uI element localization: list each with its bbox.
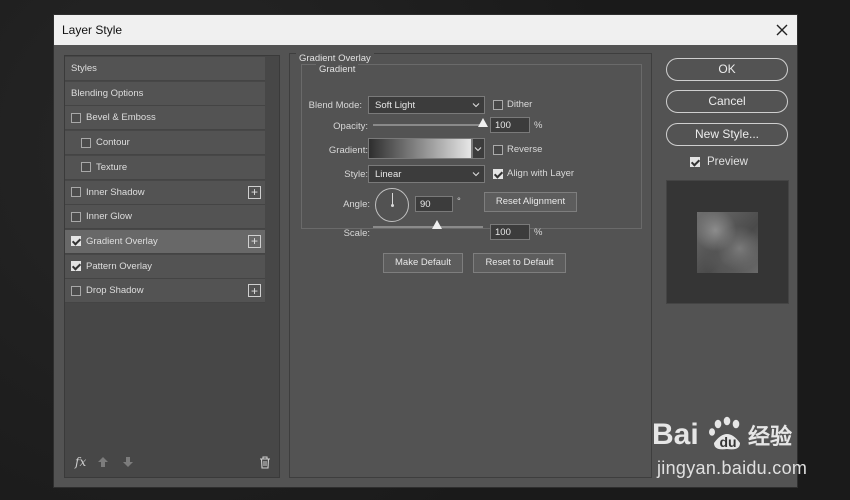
styles-list-panel: Styles Blending Options Bevel & Emboss Cont… [64,55,280,478]
svg-text:Bai: Bai [652,418,699,451]
preview-label: Preview [707,156,748,168]
style-item-checkbox[interactable] [71,236,81,247]
preview-checkbox[interactable] [690,157,700,167]
style-item-inner-shadow[interactable]: Inner Shadow + [65,180,265,205]
dither-checkbox[interactable] [493,100,503,110]
close-button[interactable] [767,15,797,45]
style-item-label: Gradient Overlay [86,235,158,247]
ok-button[interactable]: OK [666,58,788,81]
scale-label: Scale: [343,228,370,239]
style-item-checkbox[interactable] [71,261,81,272]
style-item-styles[interactable]: Styles [65,57,265,81]
angle-label: Angle: [343,199,370,210]
section-title: Gradient Overlay [296,53,374,64]
style-item-label: Inner Shadow [86,186,145,198]
chevron-down-icon [472,103,480,108]
style-item-checkbox[interactable] [71,112,81,123]
add-effect-icon[interactable]: + [248,284,261,298]
fx-icon[interactable]: fx [75,455,86,469]
style-item-label: Inner Glow [86,211,132,223]
preview-swatch [697,212,758,273]
trash-icon[interactable] [259,456,271,469]
reset-alignment-button[interactable]: Reset Alignment [484,192,577,212]
style-item-contour[interactable]: Contour [65,131,265,156]
style-item-label: Bevel & Emboss [86,112,156,124]
style-item-checkbox[interactable] [81,162,91,173]
baidu-jingyan-logo: Bai du 经验 [652,416,792,451]
scale-slider-thumb[interactable] [431,220,442,229]
svg-text:du: du [719,434,736,450]
angle-unit: ° [457,196,461,207]
styles-list-footer: fx [65,449,279,477]
svg-text:经验: 经验 [748,424,792,450]
chevron-down-icon [474,147,482,152]
watermark-url: jingyan.baidu.com [657,458,808,478]
gradient-picker-dropdown[interactable] [472,138,485,159]
dither-label: Dither [507,99,533,110]
opacity-input[interactable]: 100 [490,117,530,133]
style-label: Style: [344,169,368,180]
add-effect-icon[interactable]: + [248,185,261,199]
dialog-title: Layer Style [62,23,123,37]
gradient-swatch[interactable] [368,138,472,159]
angle-input[interactable]: 90 [415,196,453,212]
make-default-button[interactable]: Make Default [383,253,463,273]
align-with-layer-label: Align with Layer [507,168,575,179]
gradient-group: Gradient Blend Mode: Soft Light Dither O… [301,64,642,240]
style-item-blending-options[interactable]: Blending Options [65,81,265,106]
new-style-button[interactable]: New Style... [666,123,788,146]
angle-dial[interactable] [375,188,409,222]
style-item-label: Contour [96,137,130,149]
scale-unit: % [534,227,543,238]
style-item-label: Blending Options [71,87,144,99]
style-item-label: Styles [71,63,97,74]
align-with-layer-checkbox[interactable] [493,169,503,179]
angle-center-dot [391,204,394,207]
reset-to-default-button[interactable]: Reset to Default [473,253,566,273]
scale-slider[interactable] [373,220,483,229]
gradient-label: Gradient: [328,145,368,156]
blend-mode-value: Soft Light [375,100,416,111]
style-item-inner-glow[interactable]: Inner Glow [65,205,265,230]
move-up-icon[interactable] [97,456,109,468]
opacity-slider-thumb[interactable] [478,118,488,127]
style-item-label: Drop Shadow [86,285,144,297]
style-item-gradient-overlay[interactable]: Gradient Overlay + [65,229,265,254]
reverse-label: Reverse [507,144,543,155]
add-effect-icon[interactable]: + [248,234,261,248]
reverse-checkbox[interactable] [493,145,503,155]
blend-mode-label: Blend Mode: [308,100,362,111]
style-preview [666,180,789,304]
style-item-checkbox[interactable] [71,211,81,222]
style-item-checkbox[interactable] [81,137,91,148]
style-item-checkbox[interactable] [71,285,81,296]
style-item-texture[interactable]: Texture [65,155,265,180]
style-item-bevel-and-emboss[interactable]: Bevel & Emboss [65,106,265,131]
opacity-unit: % [534,120,543,131]
opacity-label: Opacity: [333,121,368,132]
blend-mode-select[interactable]: Soft Light [368,96,485,114]
style-item-label: Pattern Overlay [86,260,152,272]
styles-list-scrollbar[interactable] [265,56,279,477]
group-title: Gradient [316,64,359,75]
style-item-checkbox[interactable] [71,187,81,197]
style-item-label: Texture [96,161,128,173]
style-select[interactable]: Linear [368,165,485,183]
chevron-down-icon [472,172,480,177]
cancel-button[interactable]: Cancel [666,90,788,113]
opacity-slider[interactable] [373,118,488,127]
close-icon [776,24,788,36]
scale-input[interactable]: 100 [490,224,530,240]
style-value: Linear [375,169,402,180]
style-item-pattern-overlay[interactable]: Pattern Overlay [65,254,265,279]
move-down-icon[interactable] [122,456,134,468]
dialog-titlebar: Layer Style [54,15,797,45]
style-item-drop-shadow[interactable]: Drop Shadow + [65,279,265,304]
gradient-overlay-panel: Gradient Overlay Gradient Blend Mode: So… [289,53,652,478]
